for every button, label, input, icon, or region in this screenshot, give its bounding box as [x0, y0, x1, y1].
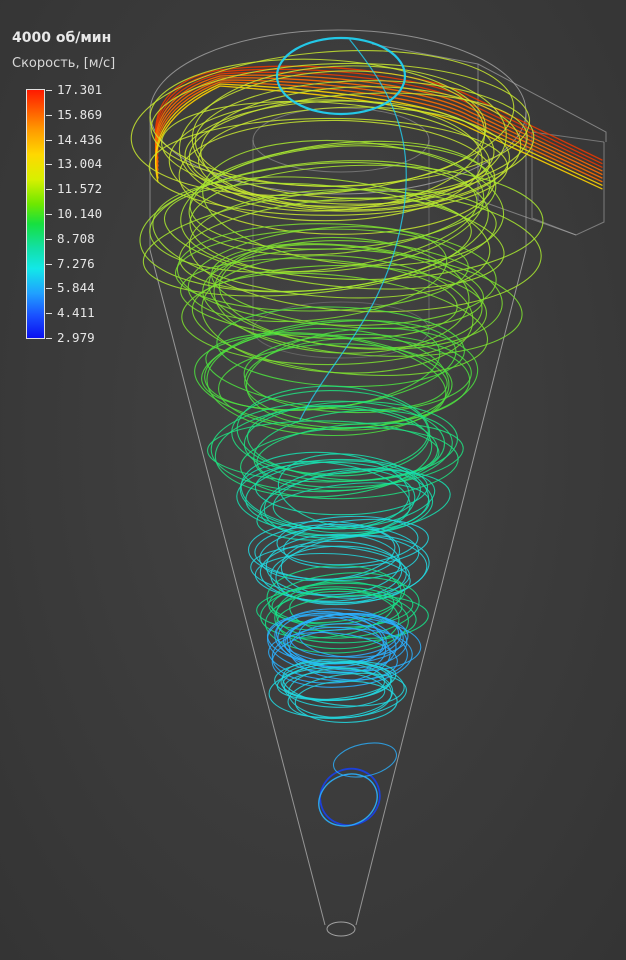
streamline-loop [161, 100, 491, 205]
streamline-loop [236, 385, 431, 477]
colorbar-tick [46, 238, 52, 240]
colorbar-tick [46, 90, 52, 91]
colorbar-tick [46, 263, 52, 265]
colorbar [26, 89, 45, 339]
3d-viewport[interactable]: 4000 об/мин Скорость, [м/с] 17.301 15.869… [0, 0, 626, 960]
streamline-path [154, 77, 603, 176]
colorbar-tick-label: 8.708 [57, 230, 95, 246]
colorbar-tick-label: 10.140 [57, 206, 103, 221]
colorbar-tick-label: 4.411 [57, 305, 95, 321]
dust-outlet-rim [326, 921, 356, 937]
streamline-loop [211, 243, 485, 330]
colorbar-tick [46, 189, 52, 191]
colorbar-tick-label: 17.301 [57, 82, 103, 97]
colorbar-tick-label: 13.004 [57, 156, 103, 172]
colorbar-tick-label: 15.869 [57, 106, 103, 122]
speed-label-title: 4000 об/мин [12, 30, 112, 46]
color-legend: 4000 об/мин Скорость, [м/с] 17.301 15.869… [12, 30, 152, 350]
colorbar-tick-label: 7.276 [57, 255, 95, 271]
colorbar-tick-label: 2.979 [57, 330, 95, 345]
colorbar-tick [46, 338, 52, 339]
inlet-duct-front [531, 131, 605, 143]
colorbar-tick-label: 11.572 [57, 181, 103, 197]
streamline-loop [178, 119, 496, 235]
colorbar-tick-label: 5.844 [57, 280, 95, 296]
colorbar-tick [46, 313, 52, 315]
legend-subtitle: Скорость, [м/с] [12, 56, 116, 71]
streamline-set [130, 36, 603, 827]
colorbar-tick [46, 288, 52, 290]
colorbar-tick [46, 164, 52, 166]
streamline-loop [319, 767, 381, 827]
colorbar-tick-label: 14.436 [57, 131, 103, 147]
colorbar-tick [46, 214, 52, 215]
colorbar-tick [46, 139, 52, 141]
colorbar-tick [46, 114, 52, 116]
